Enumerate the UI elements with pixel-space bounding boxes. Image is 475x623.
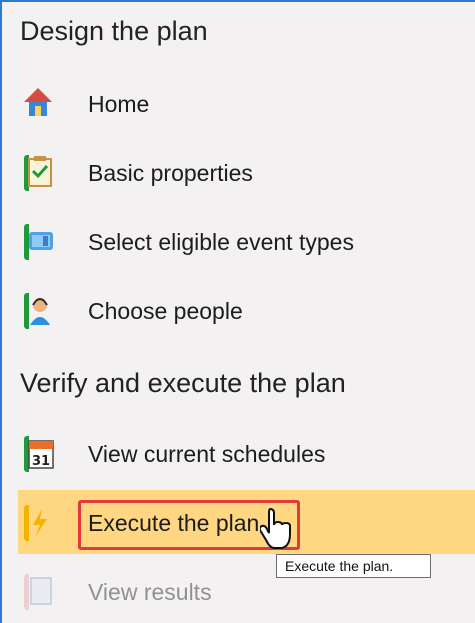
nav-item-select-event-types[interactable]: Select eligible event types: [18, 216, 458, 268]
nav-item-view-results-label: View results: [88, 578, 212, 605]
home-icon: [24, 88, 52, 116]
checklist-icon: [28, 156, 52, 187]
calendar-day-text: 31: [32, 454, 50, 469]
plan-navigation-panel: Design the plan Home Basic properties Se…: [0, 0, 475, 623]
document-icon: [30, 577, 52, 605]
people-icon: [30, 298, 50, 325]
nav-item-basic-properties[interactable]: Basic properties: [18, 147, 458, 199]
nav-item-choose-people-label: Choose people: [88, 297, 243, 324]
nav-item-view-results[interactable]: View results: [18, 566, 458, 618]
hand-cursor-icon: [260, 507, 291, 549]
calendar-icon: 31: [28, 440, 54, 469]
nav-item-view-schedules-label: View current schedules: [88, 440, 326, 467]
section-title-verify-execute: Verify and execute the plan: [20, 368, 346, 398]
section-title-design: Design the plan: [20, 16, 208, 46]
nav-item-view-schedules[interactable]: 31 View current schedules: [18, 428, 458, 480]
nav-item-home-label: Home: [88, 90, 150, 117]
nav-item-home[interactable]: Home: [18, 78, 458, 130]
execute-icon: [33, 509, 47, 537]
nav-item-select-event-types-label: Select eligible event types: [88, 228, 354, 255]
nav-item-basic-properties-label: Basic properties: [88, 159, 253, 186]
nav-item-choose-people[interactable]: Choose people: [18, 285, 458, 337]
event-types-icon: [29, 232, 53, 250]
